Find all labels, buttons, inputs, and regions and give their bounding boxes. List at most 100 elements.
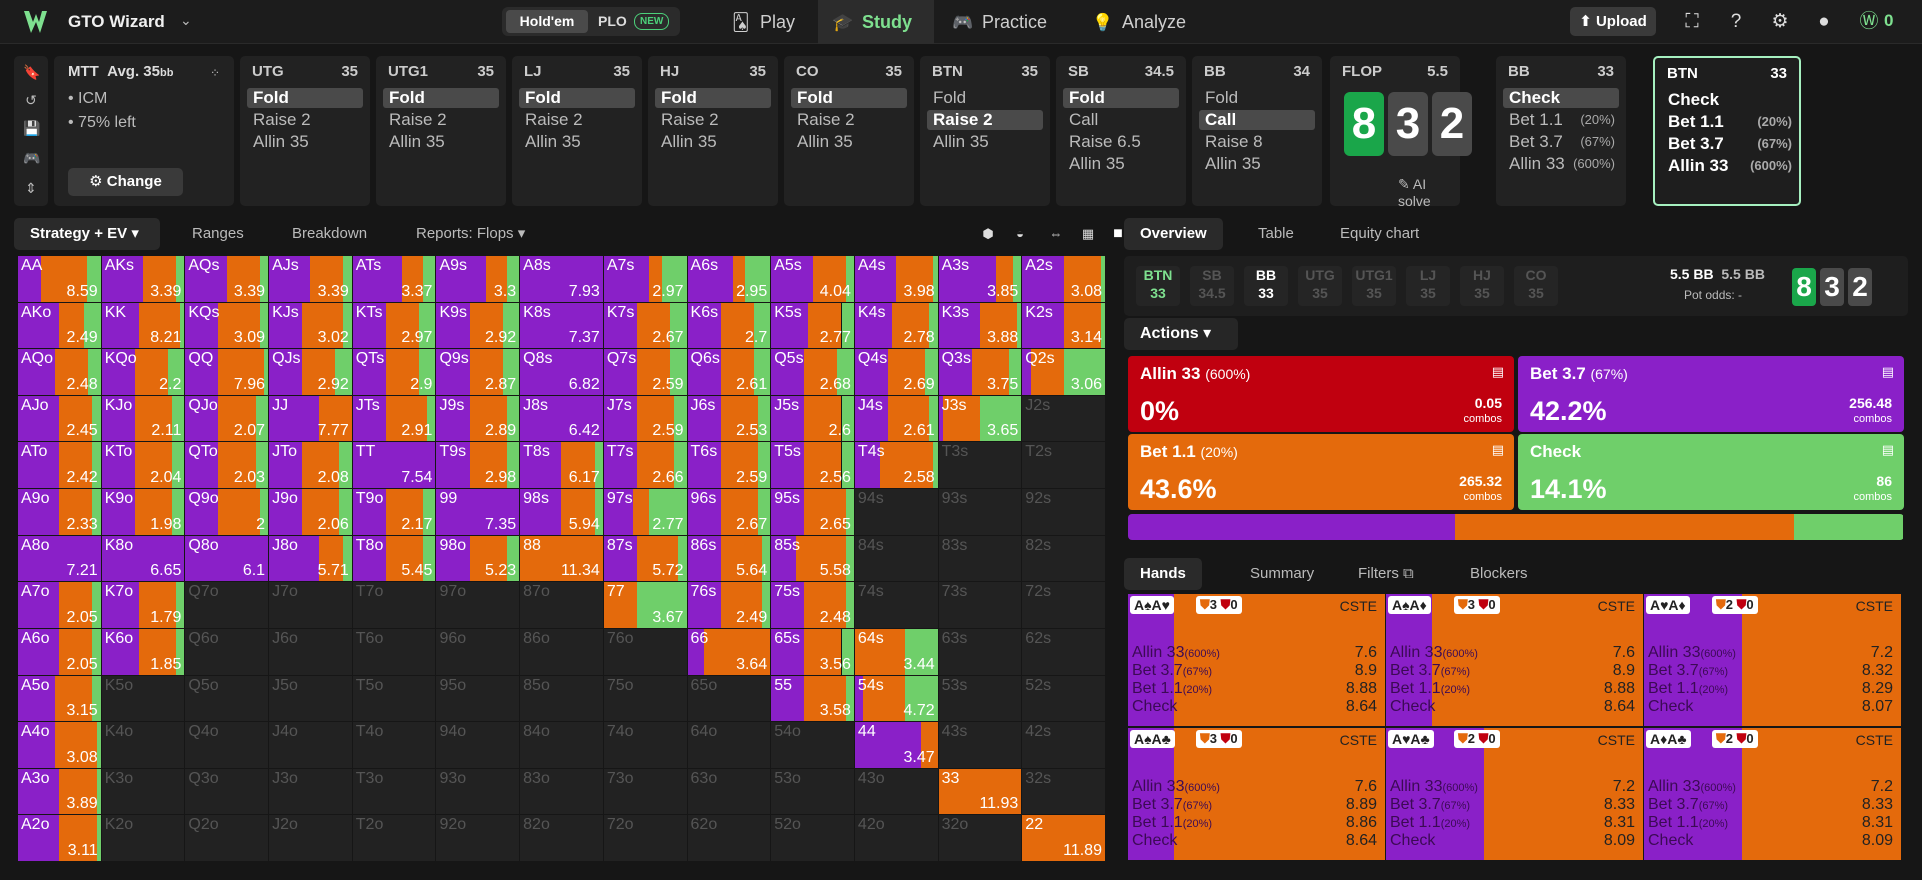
hand-cell[interactable]: J9o 2.06 [269,489,352,535]
action-box-bet-1-1[interactable]: Bet 1.1 (20%) 43.6% 265.32 combos ▤ [1128,434,1514,510]
hand-cell[interactable]: K2o [101,815,185,861]
cube-view-icon[interactable]: ⬢ [974,220,1002,248]
nav-analyze[interactable]: 💡 Analyze [1084,0,1224,44]
hand-cell[interactable]: T8o 5.45 [352,535,436,582]
hand-cell[interactable]: T5s 2.56 [771,442,854,489]
hand-cell[interactable]: 83o [520,768,603,815]
hand-cell[interactable]: A7s 2.97 [603,256,687,302]
hand-cell[interactable]: 42o [854,815,938,861]
hand-cell[interactable]: 86o [520,628,603,675]
hand-cell[interactable]: 52o [771,815,854,861]
tab-strategy-ev[interactable]: Strategy + EV ▾ [14,218,160,250]
hand-cell[interactable]: 98o 5.23 [436,535,520,582]
hand-cell[interactable]: J3s 3.65 [938,395,1022,442]
details-icon[interactable]: ▤ [1882,442,1894,458]
chevron-down-icon[interactable]: ⌄ [180,12,192,29]
gto-wizard-logo-icon[interactable] [22,8,56,36]
action-option[interactable]: Fold [1199,88,1315,108]
hand-cell[interactable]: T2o [352,815,436,861]
tab-reports-flops[interactable]: Reports: Flops ▾ [400,218,541,250]
hand-cell[interactable]: K7s 2.67 [603,302,687,349]
hand-cell[interactable]: QJs 2.92 [269,349,352,395]
tab-breakdown[interactable]: Breakdown [276,218,383,250]
seat-bb[interactable]: BB 33 [1244,266,1288,306]
compress-icon[interactable]: ⇔ [1042,220,1070,248]
combo-card[interactable]: A♠A♥ ⛊3 ⛊0 CSTE Allin 33(600%) 7.6 Bet 3.7(67… [1128,594,1385,726]
hand-cell[interactable]: 88 11.34 [520,535,603,582]
action-option[interactable]: Bet 3.7 (67%) [1503,132,1619,152]
action-option[interactable]: Allin 35 [519,132,635,152]
hand-cell[interactable]: K7o 1.79 [101,582,185,628]
hand-cell[interactable]: Q8s 6.82 [520,349,603,395]
action-option[interactable]: Allin 35 [1063,154,1179,174]
drag-dots-icon[interactable]: ⁘ [210,66,220,80]
seat-co[interactable]: CO 35 [1514,266,1558,306]
hand-cell[interactable]: JTs 2.91 [352,395,436,442]
hand-cell[interactable]: ATs 3.37 [352,256,436,302]
hand-cell[interactable]: A9o 2.33 [18,489,101,535]
hand-cell[interactable]: 92o [436,815,520,861]
action-option[interactable]: Bet 3.7 (67%) [1662,134,1796,154]
hand-cell[interactable]: KQo 2.2 [101,349,185,395]
action-option[interactable]: Bet 1.1 (20%) [1503,110,1619,130]
hand-cell[interactable]: K8s 7.37 [520,302,603,349]
hand-cell[interactable]: 73s [938,582,1022,628]
position-btn[interactable]: BTN 35 Fold Raise 2 Allin 35 [920,56,1050,206]
hand-cell[interactable]: 64s 3.44 [854,628,938,675]
hand-cell[interactable]: T6s 2.59 [687,442,771,489]
hand-cell[interactable]: 65s 3.56 [771,628,854,675]
hand-cell[interactable]: AA 8.59 [18,256,101,302]
hand-cell[interactable]: ATo 2.42 [18,442,101,489]
plo-toggle[interactable]: PLO [598,10,627,33]
position-utg1[interactable]: UTG1 35 Fold Raise 2 Allin 35 [376,56,506,206]
hand-cell[interactable]: K5o [101,675,185,722]
hand-cell[interactable]: 54s 4.72 [854,675,938,722]
hand-cell[interactable]: 94o [436,722,520,768]
hand-cell[interactable]: J9s 2.89 [436,395,520,442]
action-option[interactable]: Check [1503,88,1619,108]
hand-cell[interactable]: 22 11.89 [1022,815,1105,861]
action-option[interactable]: Check [1662,90,1796,110]
action-option[interactable]: Allin 35 [383,132,499,152]
hand-cell[interactable]: 66 3.64 [687,628,771,675]
hand-cell[interactable]: J2o [269,815,352,861]
hand-cell[interactable]: T3o [352,768,436,815]
hand-cell[interactable]: 55 3.58 [771,675,854,722]
hand-cell[interactable]: A4o 3.08 [18,722,101,768]
hand-cell[interactable]: QTo 2.03 [185,442,269,489]
hand-cell[interactable]: QTs 2.9 [352,349,436,395]
hand-cell[interactable]: Q2s 3.06 [1022,349,1105,395]
hand-cell[interactable]: K5s 2.77 [771,302,854,349]
hand-cell[interactable]: 73o [603,768,687,815]
tab-ranges[interactable]: Ranges [176,218,260,250]
details-icon[interactable]: ▤ [1882,364,1894,380]
hand-cell[interactable]: A3o 3.89 [18,768,101,815]
position-utg[interactable]: UTG 35 Fold Raise 2 Allin 35 [240,56,370,206]
action-option[interactable]: Raise 2 [383,110,499,130]
hand-cell[interactable]: A3s 3.85 [938,256,1022,302]
hand-cell[interactable]: QQ 7.96 [185,349,269,395]
hand-cell[interactable]: Q8o 6.1 [185,535,269,582]
hand-cell[interactable]: AKo 2.49 [18,302,101,349]
combo-card[interactable]: A♥A♣ ⛊2 ⛊0 CSTE Allin 33(600%) 7.2 Bet 3.7(67… [1386,728,1643,860]
hand-cell[interactable]: 77 3.67 [603,582,687,628]
tab-filters[interactable]: Filters ⧉ [1342,558,1430,590]
holdem-toggle[interactable]: Hold'em [506,10,588,33]
hand-cell[interactable]: 82s [1022,535,1105,582]
action-option[interactable]: Raise 2 [791,110,907,130]
ai-solve-button[interactable]: ✎ AI solve [1398,176,1460,209]
action-option[interactable]: Fold [927,88,1043,108]
action-option[interactable]: Allin 33 (600%) [1503,154,1619,174]
hand-cell[interactable]: 95s 2.65 [771,489,854,535]
tab-blockers[interactable]: Blockers [1454,558,1544,590]
hand-cell[interactable]: QJo 2.07 [185,395,269,442]
hand-cell[interactable]: J5s 2.6 [771,395,854,442]
action-option[interactable]: Call [1063,110,1179,130]
gear-icon[interactable]: ⚙ [1768,10,1792,34]
hand-cell[interactable]: 72o [603,815,687,861]
hand-cell[interactable]: 33 11.93 [938,768,1022,815]
hand-cell[interactable]: A2s 3.08 [1022,256,1105,302]
position-sb[interactable]: SB 34.5 Fold Call Raise 6.5 Allin 35 [1056,56,1186,206]
hand-cell[interactable]: 85s 5.58 [771,535,854,582]
hand-cell[interactable]: 84o [520,722,603,768]
